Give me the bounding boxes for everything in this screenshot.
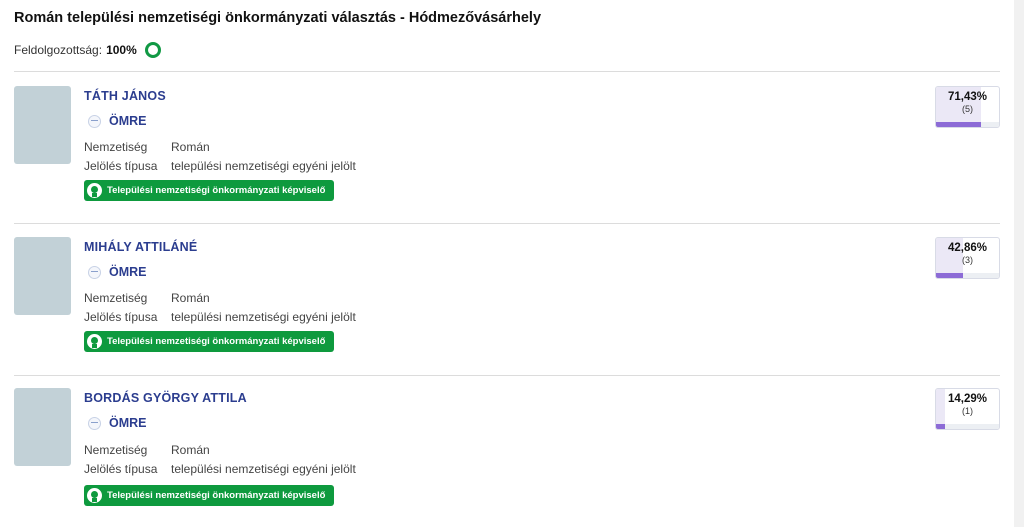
nomination-row: Jelölés típusa települési nemzetiségi egy… (84, 462, 356, 476)
candidate-name[interactable]: BORDÁS GYÖRGY ATTILA (84, 391, 247, 405)
candidate-photo (14, 86, 71, 164)
candidate-party: ÖMRE (88, 265, 147, 279)
vote-percent: 71,43% (947, 91, 987, 103)
vote-percent: 14,29% (947, 393, 987, 405)
party-name[interactable]: ÖMRE (109, 114, 147, 128)
nomination-label: Jelölés típusa (84, 462, 158, 476)
nomination-row: Jelölés típusa települési nemzetiségi egy… (84, 159, 356, 173)
party-logo-icon (88, 416, 101, 430)
vote-count: (1) (962, 406, 973, 416)
vote-share-bar (936, 273, 963, 278)
page-title: Román települési nemzetiségi önkormányza… (14, 10, 542, 26)
divider (14, 375, 1000, 376)
processing-status: Feldolgozottság: 100% (14, 42, 161, 58)
candidate-card: BORDÁS GYÖRGY ATTILA ÖMRE Nemzetiség Romá… (14, 388, 1000, 528)
vote-share-bar (936, 424, 945, 429)
award-icon (87, 488, 102, 503)
elected-badge: Települési nemzetiségi önkormányzati kép… (84, 485, 334, 506)
nationality-value: Román (171, 140, 210, 154)
nationality-row: Nemzetiség Román (84, 140, 210, 154)
complete-ring-icon (144, 42, 161, 58)
nationality-value: Román (171, 443, 210, 457)
candidate-card: MIHÁLY ATTILÁNÉ ÖMRE Nemzetiség Román Jel… (14, 237, 1000, 377)
badge-label: Települési nemzetiségi önkormányzati kép… (107, 490, 326, 501)
divider (14, 223, 1000, 224)
vote-share-track (936, 424, 999, 429)
candidate-card: TÁTH JÁNOS ÖMRE Nemzetiség Román Jelölés … (14, 86, 1000, 226)
nomination-value: települési nemzetiségi egyéni jelölt (171, 159, 356, 173)
nationality-label: Nemzetiség (84, 291, 148, 305)
candidate-photo (14, 237, 71, 315)
elected-badge: Települési nemzetiségi önkormányzati kép… (84, 180, 334, 201)
candidate-name[interactable]: MIHÁLY ATTILÁNÉ (84, 240, 197, 254)
nationality-row: Nemzetiség Román (84, 443, 210, 457)
nomination-row: Jelölés típusa települési nemzetiségi egy… (84, 310, 356, 324)
nomination-label: Jelölés típusa (84, 159, 158, 173)
elected-badge: Települési nemzetiségi önkormányzati kép… (84, 331, 334, 352)
party-name[interactable]: ÖMRE (109, 265, 147, 279)
vote-share-bar (936, 122, 981, 127)
badge-label: Települési nemzetiségi önkormányzati kép… (107, 185, 326, 196)
vote-count: (3) (962, 255, 973, 265)
divider (14, 71, 1000, 72)
nationality-label: Nemzetiség (84, 443, 148, 457)
party-name[interactable]: ÖMRE (109, 416, 147, 430)
award-icon (87, 183, 102, 198)
award-icon (87, 334, 102, 349)
nationality-label: Nemzetiség (84, 140, 148, 154)
nationality-value: Román (171, 291, 210, 305)
nomination-value: települési nemzetiségi egyéni jelölt (171, 310, 356, 324)
candidate-photo (14, 388, 71, 466)
nomination-label: Jelölés típusa (84, 310, 158, 324)
candidate-name[interactable]: TÁTH JÁNOS (84, 89, 166, 103)
vote-share-box: 14,29% (1) (935, 388, 1000, 430)
progress-value: 100% (106, 43, 137, 57)
candidate-party: ÖMRE (88, 416, 147, 430)
vote-percent: 42,86% (947, 242, 987, 254)
progress-label: Feldolgozottság: (14, 43, 103, 57)
scrollbar[interactable] (1014, 0, 1024, 527)
party-logo-icon (88, 114, 101, 128)
badge-label: Települési nemzetiségi önkormányzati kép… (107, 336, 326, 347)
nomination-value: települési nemzetiségi egyéni jelölt (171, 462, 356, 476)
nationality-row: Nemzetiség Román (84, 291, 210, 305)
party-logo-icon (88, 265, 101, 279)
vote-share-box: 42,86% (3) (935, 237, 1000, 279)
candidate-party: ÖMRE (88, 114, 147, 128)
vote-share-box: 71,43% (5) (935, 86, 1000, 128)
vote-count: (5) (962, 104, 973, 114)
